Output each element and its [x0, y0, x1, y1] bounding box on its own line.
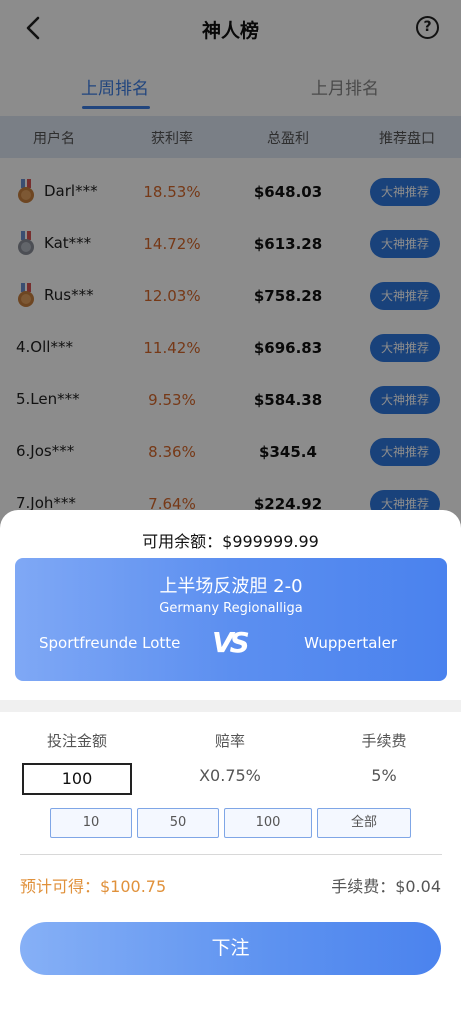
amount-label: 投注金额 — [46, 732, 107, 750]
vs-icon: VS — [212, 626, 250, 659]
section-divider — [0, 700, 461, 712]
match-card: 上半场反波胆 2-0 Germany Regionalliga Sportfre… — [15, 558, 447, 681]
bet-sheet: 可用余额：$999999.99 上半场反波胆 2-0 Germany Regio… — [0, 510, 461, 1024]
odds-value: X0.75% — [199, 766, 261, 785]
fee-label: 手续费 — [361, 732, 407, 750]
amount-chip-all[interactable]: 全部 — [317, 808, 411, 838]
fee-value: 5% — [371, 766, 397, 785]
amount-chip-10[interactable]: 10 — [50, 808, 132, 838]
amount-input[interactable]: 100 — [22, 763, 132, 795]
place-bet-button[interactable]: 下注 — [20, 922, 441, 975]
amount-chip-50[interactable]: 50 — [137, 808, 219, 838]
amount-chip-100[interactable]: 100 — [224, 808, 312, 838]
expected-payout: 预计可得：$100.75 — [20, 877, 167, 896]
available-balance: 可用余额：$999999.99 — [142, 532, 319, 551]
odds-label: 赔率 — [214, 732, 245, 750]
divider — [20, 854, 442, 855]
match-league: Germany Regionalliga — [159, 601, 303, 616]
away-team: Wuppertaler — [304, 634, 397, 652]
match-title: 上半场反波胆 2-0 — [159, 576, 303, 597]
home-team: Sportfreunde Lotte — [39, 634, 181, 652]
fee-summary: 手续费：$0.04 — [331, 877, 441, 896]
